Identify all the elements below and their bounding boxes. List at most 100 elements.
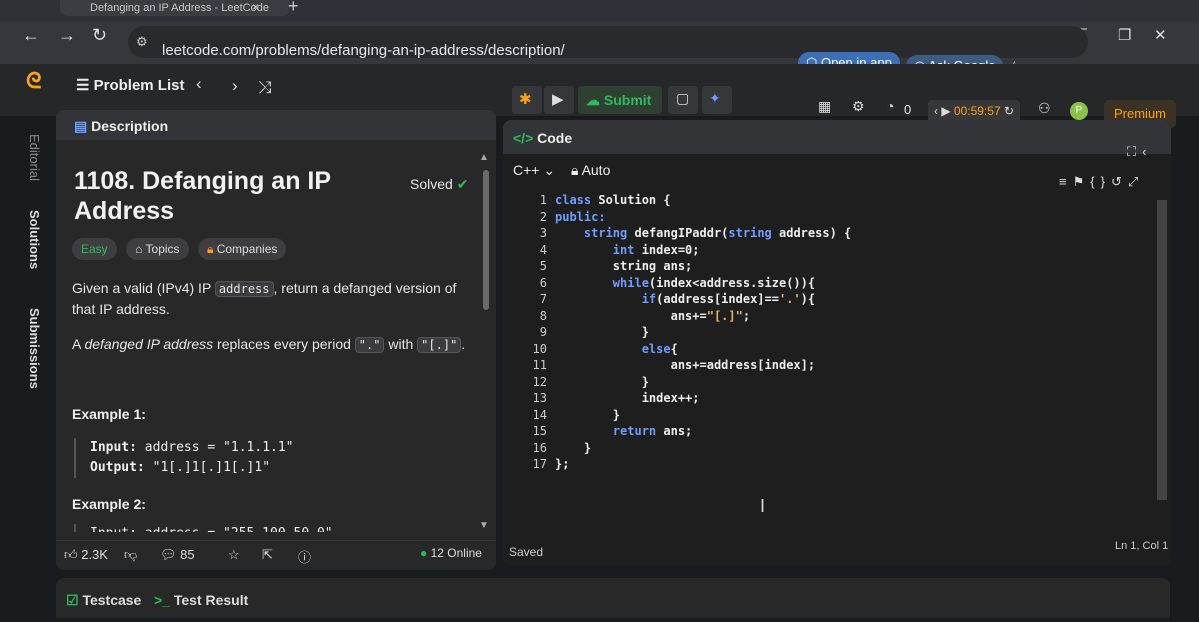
help-icon[interactable]: ⓘ: [298, 547, 311, 566]
code-line: if(address[index]=='.'){: [641, 292, 816, 306]
format-icon[interactable]: ≡: [1059, 174, 1073, 189]
tag-row: Easy ⌂ Topics 🔒︎ Companies: [72, 238, 291, 260]
test-result-tab[interactable]: >_ Test Result: [154, 592, 248, 608]
line-number: 1: [539, 193, 547, 207]
layout-icon[interactable]: ▦: [818, 98, 831, 115]
add-friend-icon[interactable]: ⚇: [1038, 100, 1051, 117]
code-line: string defangIPaddr(string address) {: [583, 226, 852, 240]
topics-tag[interactable]: ⌂ Topics: [126, 238, 189, 260]
companies-label: Companies: [216, 242, 278, 256]
maximize-icon[interactable]: ❐: [1118, 26, 1131, 44]
reset-code-icon[interactable]: ↺: [1111, 174, 1128, 189]
line-number: 9: [539, 325, 547, 339]
code-tab[interactable]: </> Code: [513, 130, 572, 146]
code-header: [503, 120, 1171, 154]
problem-list-link[interactable]: ☰ Problem List: [76, 76, 184, 94]
description-tab[interactable]: ▤ Description: [74, 118, 168, 135]
code-panel: </> Code ⛶‹ C++ ⌄ 🔒︎ Auto ≡⚑{}↺⤢ 1234567…: [503, 120, 1171, 566]
scroll-down-icon[interactable]: ▼: [479, 520, 489, 531]
code-line: class Solution {: [555, 193, 671, 207]
leetcode-logo-icon[interactable]: ᘓ: [26, 68, 52, 94]
tab-submissions[interactable]: Submissions: [27, 308, 42, 389]
language-label: C++: [513, 162, 540, 178]
tab-close-icon[interactable]: ×: [252, 0, 259, 14]
braces-icon[interactable]: {}: [1090, 174, 1111, 189]
problem-title: 1108. Defanging an IP Address: [74, 167, 331, 225]
dislike-icon[interactable]: 👎︎: [124, 547, 137, 563]
streak-fire-icon[interactable]: ◔: [886, 98, 894, 114]
statement-text: Given a valid (IPv4) IP: [72, 280, 215, 296]
debug-button[interactable]: ✱: [512, 86, 542, 114]
code-line: ans+="[.]";: [555, 308, 751, 323]
code-line: ans+=address[index];: [555, 358, 816, 372]
like-button[interactable]: 👍︎ 2.3K: [64, 547, 108, 563]
comment-icon: 💬︎: [160, 547, 181, 562]
streak-count: 0: [904, 102, 912, 117]
site-info-icon[interactable]: ⚙: [136, 34, 148, 50]
auto-mode[interactable]: Auto: [582, 162, 611, 178]
submit-button[interactable]: ☁ Submit: [578, 86, 662, 114]
input-value: address = "1.1.1.1": [136, 440, 294, 455]
input-label: Input:: [90, 440, 137, 455]
run-button[interactable]: ▶: [544, 86, 574, 114]
bookmark-icon[interactable]: ⚑: [1073, 174, 1091, 189]
description-panel: ▤ Description 1108. Defanging an IP Addr…: [56, 110, 496, 570]
code-line: return ans;: [612, 424, 693, 438]
shuffle-icon[interactable]: ⤨: [258, 78, 272, 98]
cursor-position: Ln 1, Col 1: [1115, 540, 1169, 552]
user-avatar[interactable]: P: [1070, 102, 1088, 120]
new-tab-icon[interactable]: +: [288, 0, 299, 17]
comments-button[interactable]: 💬︎ 85: [160, 547, 195, 563]
example-1-block: Input: address = "1.1.1.1" Output: "1[.]…: [74, 438, 454, 478]
line-number: 14: [532, 407, 547, 422]
companies-tag[interactable]: 🔒︎ Companies: [197, 238, 287, 260]
definition-text: A: [72, 336, 85, 352]
sparkle-icon: ✦: [709, 90, 721, 106]
timer-collapse-icon: ‹ ▶: [934, 104, 951, 118]
ai-assist-button[interactable]: ✦: [702, 86, 732, 114]
favorite-star-icon[interactable]: ☆: [228, 547, 240, 563]
fullscreen-icon[interactable]: ⤢: [1128, 174, 1144, 189]
code-line: }: [555, 440, 592, 455]
settings-gear-icon[interactable]: ⚙: [852, 98, 865, 115]
testcase-label: Testcase: [82, 592, 142, 608]
checkbox-icon: ☑: [66, 592, 83, 608]
next-problem-icon[interactable]: ›: [232, 76, 238, 96]
back-icon[interactable]: ←: [22, 25, 40, 46]
code-line: }: [555, 407, 621, 422]
chevron-down-icon: ⌄: [543, 162, 556, 178]
url-text[interactable]: leetcode.com/problems/defanging-an-ip-ad…: [162, 42, 565, 59]
problem-list-label: Problem List: [93, 77, 185, 94]
line-number: 6: [539, 275, 547, 290]
tab-solutions[interactable]: Solutions: [27, 210, 42, 269]
difficulty-badge: Easy: [72, 238, 117, 260]
tab-editorial[interactable]: Editorial: [27, 134, 42, 181]
code-editor[interactable]: class Solution { public: string defangIP…: [555, 192, 851, 473]
scroll-up-icon[interactable]: ▲: [479, 152, 489, 163]
cloud-upload-icon: ☁: [586, 92, 604, 108]
share-icon[interactable]: ⇱: [262, 547, 273, 563]
definition-text: replaces every period: [213, 336, 355, 352]
line-number: 13: [532, 391, 547, 405]
close-window-icon[interactable]: ✕: [1154, 26, 1167, 44]
language-bar: C++ ⌄ 🔒︎ Auto: [513, 162, 610, 179]
reload-icon[interactable]: ↻: [92, 25, 107, 46]
testcase-tab[interactable]: ☑ Testcase: [66, 592, 141, 609]
code-line: };: [555, 457, 570, 471]
notes-button[interactable]: ▢: [668, 86, 698, 114]
save-status: Saved: [509, 545, 544, 559]
forward-icon[interactable]: →: [58, 25, 76, 46]
code-line: public:: [555, 209, 606, 224]
inline-code: "[.]": [417, 337, 462, 353]
collapse-panel-icon[interactable]: ‹: [1142, 144, 1152, 159]
submit-label: Submit: [603, 92, 652, 108]
example-2-block: Input: address = "255.100.50.0": [74, 524, 454, 532]
example-2-heading: Example 2:: [72, 496, 146, 512]
line-number: 5: [539, 259, 547, 273]
description-scrollbar[interactable]: [483, 170, 489, 310]
language-select[interactable]: C++ ⌄: [513, 162, 555, 178]
prev-problem-icon[interactable]: ‹: [196, 74, 202, 94]
code-scrollbar[interactable]: [1157, 200, 1167, 500]
tag-icon: ⌂: [135, 242, 146, 256]
maximize-panel-icon[interactable]: ⛶: [1127, 144, 1142, 159]
